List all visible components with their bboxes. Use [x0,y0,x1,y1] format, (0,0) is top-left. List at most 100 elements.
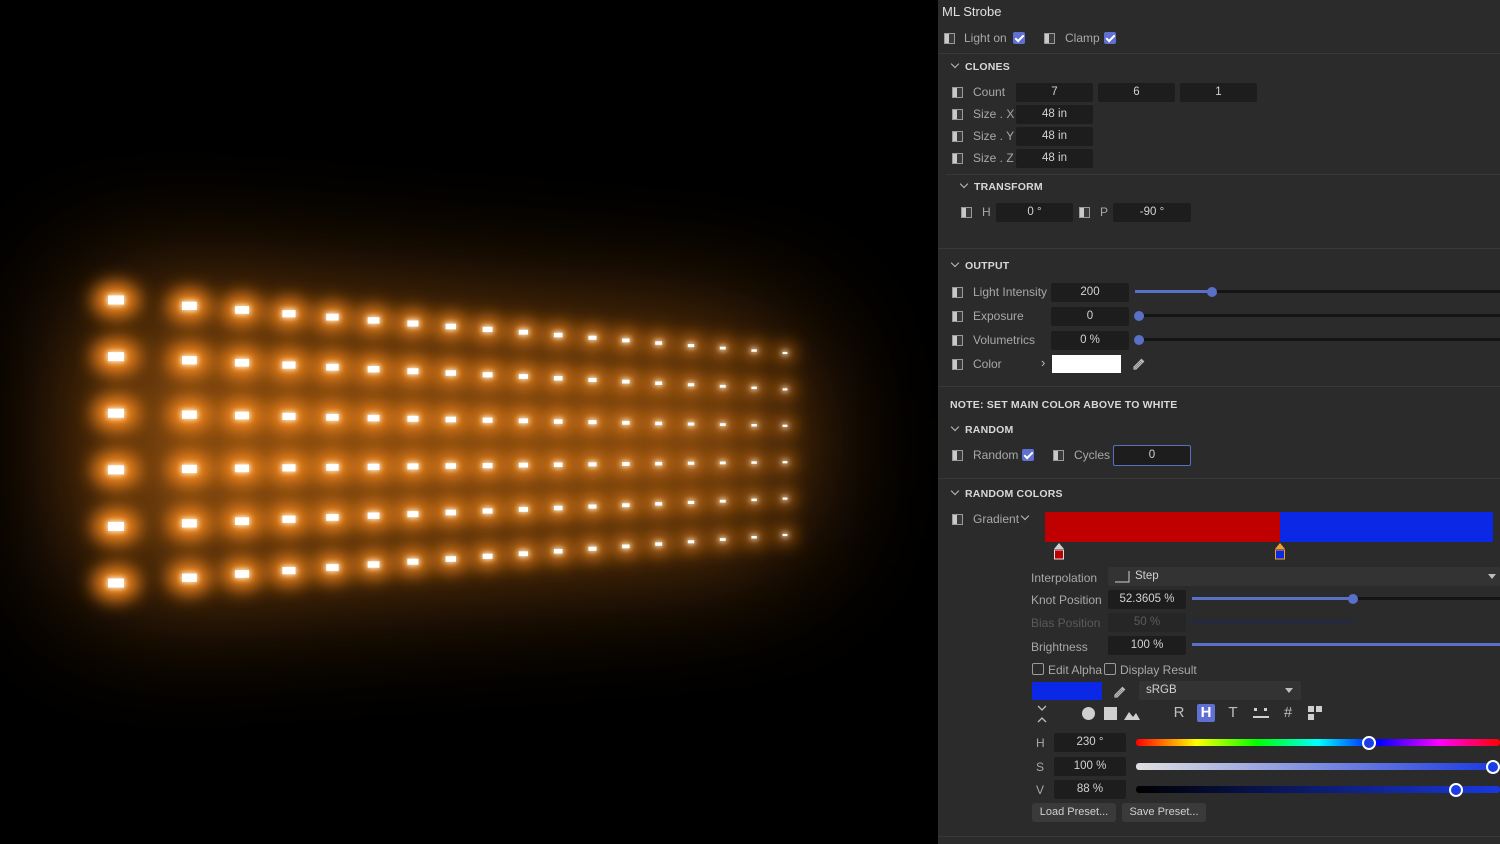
hex-mode-button[interactable]: # [1279,704,1297,722]
light-bulb-core [407,558,419,565]
clones-header[interactable]: CLONES [965,61,1010,73]
keyframe-icon[interactable] [952,87,963,98]
saturation-field[interactable]: 100 % [1054,757,1126,776]
knot-position-field[interactable]: 52.3605 % [1108,590,1186,609]
keyframe-icon[interactable] [1044,33,1055,44]
keyframe-icon[interactable] [1079,207,1090,218]
light-bulb-core [782,497,788,500]
exposure-field[interactable]: 0 [1051,307,1129,326]
random-header[interactable]: RANDOM [965,424,1013,436]
random-checkbox[interactable] [1022,449,1034,461]
keyframe-icon[interactable] [1053,450,1064,461]
knot-position-slider-handle[interactable] [1348,594,1358,604]
load-preset-button[interactable]: Load Preset... [1032,803,1116,822]
hsv-mode-button[interactable]: H [1197,704,1215,722]
light-bulb-core [553,549,563,554]
color-space-dropdown[interactable]: sRGB [1139,681,1301,700]
pitch-field[interactable]: -90 ° [1113,203,1191,222]
chevron-down-icon[interactable] [950,59,960,69]
count-y-field[interactable]: 6 [1098,83,1175,102]
gradient-knot-red[interactable] [1053,543,1065,561]
chevron-down-icon[interactable] [950,258,960,268]
light-bulb-core [751,498,757,502]
brightness-slider[interactable] [1192,643,1500,646]
chevron-down-icon[interactable] [950,422,960,432]
keyframe-icon[interactable] [952,359,963,370]
gradient-knot-blue[interactable] [1274,543,1286,561]
light-bulb-core [687,344,695,348]
light-bulb-core [367,561,380,568]
selected-color-swatch[interactable] [1032,682,1102,700]
chevron-down-icon[interactable] [1020,511,1030,521]
keyframe-icon[interactable] [952,311,963,322]
output-header[interactable]: OUTPUT [965,260,1009,272]
value-field[interactable]: 88 % [1054,780,1126,799]
keyframe-icon[interactable] [944,33,955,44]
rgb-mode-button[interactable]: R [1170,704,1188,722]
pitch-label: P [1100,205,1109,219]
divider [938,53,1500,54]
keyframe-icon[interactable] [961,207,972,218]
chevron-down-icon[interactable] [959,179,969,189]
mixing-mode-icon[interactable] [1252,705,1270,721]
count-x-field[interactable]: 7 [1016,83,1093,102]
volumetrics-field[interactable]: 0 % [1051,331,1129,350]
light-bulb-core [407,463,419,470]
clamp-checkbox[interactable] [1104,32,1116,44]
display-result-checkbox[interactable] [1104,663,1116,675]
light-bulb-core [782,388,788,391]
saturation-slider-handle[interactable] [1486,760,1500,774]
hue-field[interactable]: 230 ° [1054,733,1126,752]
transform-header[interactable]: TRANSFORM [974,181,1043,193]
light-on-checkbox[interactable] [1013,32,1025,44]
temperature-mode-button[interactable]: T [1224,704,1242,722]
eyedropper-icon[interactable] [1132,356,1147,371]
light-bulb-core [282,361,296,369]
exposure-slider[interactable] [1135,314,1500,317]
size-x-field[interactable]: 48 in [1016,105,1093,124]
hue-slider[interactable] [1136,739,1500,746]
light-bulb-core [235,464,249,473]
keyframe-icon[interactable] [952,131,963,142]
light-intensity-slider-handle[interactable] [1207,287,1217,297]
color-swatch[interactable] [1052,355,1121,373]
keyframe-icon[interactable] [952,450,963,461]
render-viewport[interactable] [0,0,938,844]
gradient-bar[interactable] [1045,512,1493,542]
random-colors-header[interactable]: RANDOM COLORS [965,488,1063,500]
chevron-right-icon[interactable]: › [1041,355,1045,370]
count-z-field[interactable]: 1 [1180,83,1257,102]
chevron-down-icon[interactable] [950,486,960,496]
brightness-field[interactable]: 100 % [1108,636,1186,655]
heading-field[interactable]: 0 ° [996,203,1073,222]
value-slider-handle[interactable] [1449,783,1463,797]
image-mode-icon[interactable] [1123,706,1141,721]
keyframe-icon[interactable] [952,109,963,120]
hue-slider-handle[interactable] [1362,736,1376,750]
swatches-icon[interactable] [1307,705,1323,721]
interpolation-dropdown[interactable]: Step [1108,567,1500,586]
volumetrics-slider[interactable] [1135,338,1500,341]
light-intensity-field[interactable]: 200 [1051,283,1129,302]
size-y-field[interactable]: 48 in [1016,127,1093,146]
cycles-field[interactable]: 0 [1113,445,1191,466]
save-preset-button[interactable]: Save Preset... [1122,803,1206,822]
keyframe-icon[interactable] [952,335,963,346]
square-mode-icon[interactable] [1104,707,1117,720]
edit-alpha-checkbox[interactable] [1032,663,1044,675]
wheel-mode-icon[interactable] [1082,707,1095,720]
light-bulb-core [782,461,788,464]
keyframe-icon[interactable] [952,153,963,164]
keyframe-icon[interactable] [952,287,963,298]
interpolation-label: Interpolation [1031,571,1098,585]
saturation-slider[interactable] [1136,763,1500,770]
volumetrics-slider-handle[interactable] [1134,335,1144,345]
display-result-label: Display Result [1120,663,1197,677]
value-slider[interactable] [1136,786,1500,793]
size-z-field[interactable]: 48 in [1016,149,1093,168]
keyframe-icon[interactable] [952,514,963,525]
light-on-label: Light on [964,31,1007,45]
exposure-slider-handle[interactable] [1134,311,1144,321]
eyedropper-icon[interactable] [1113,684,1128,699]
collapse-expand-icon[interactable] [1035,704,1049,724]
